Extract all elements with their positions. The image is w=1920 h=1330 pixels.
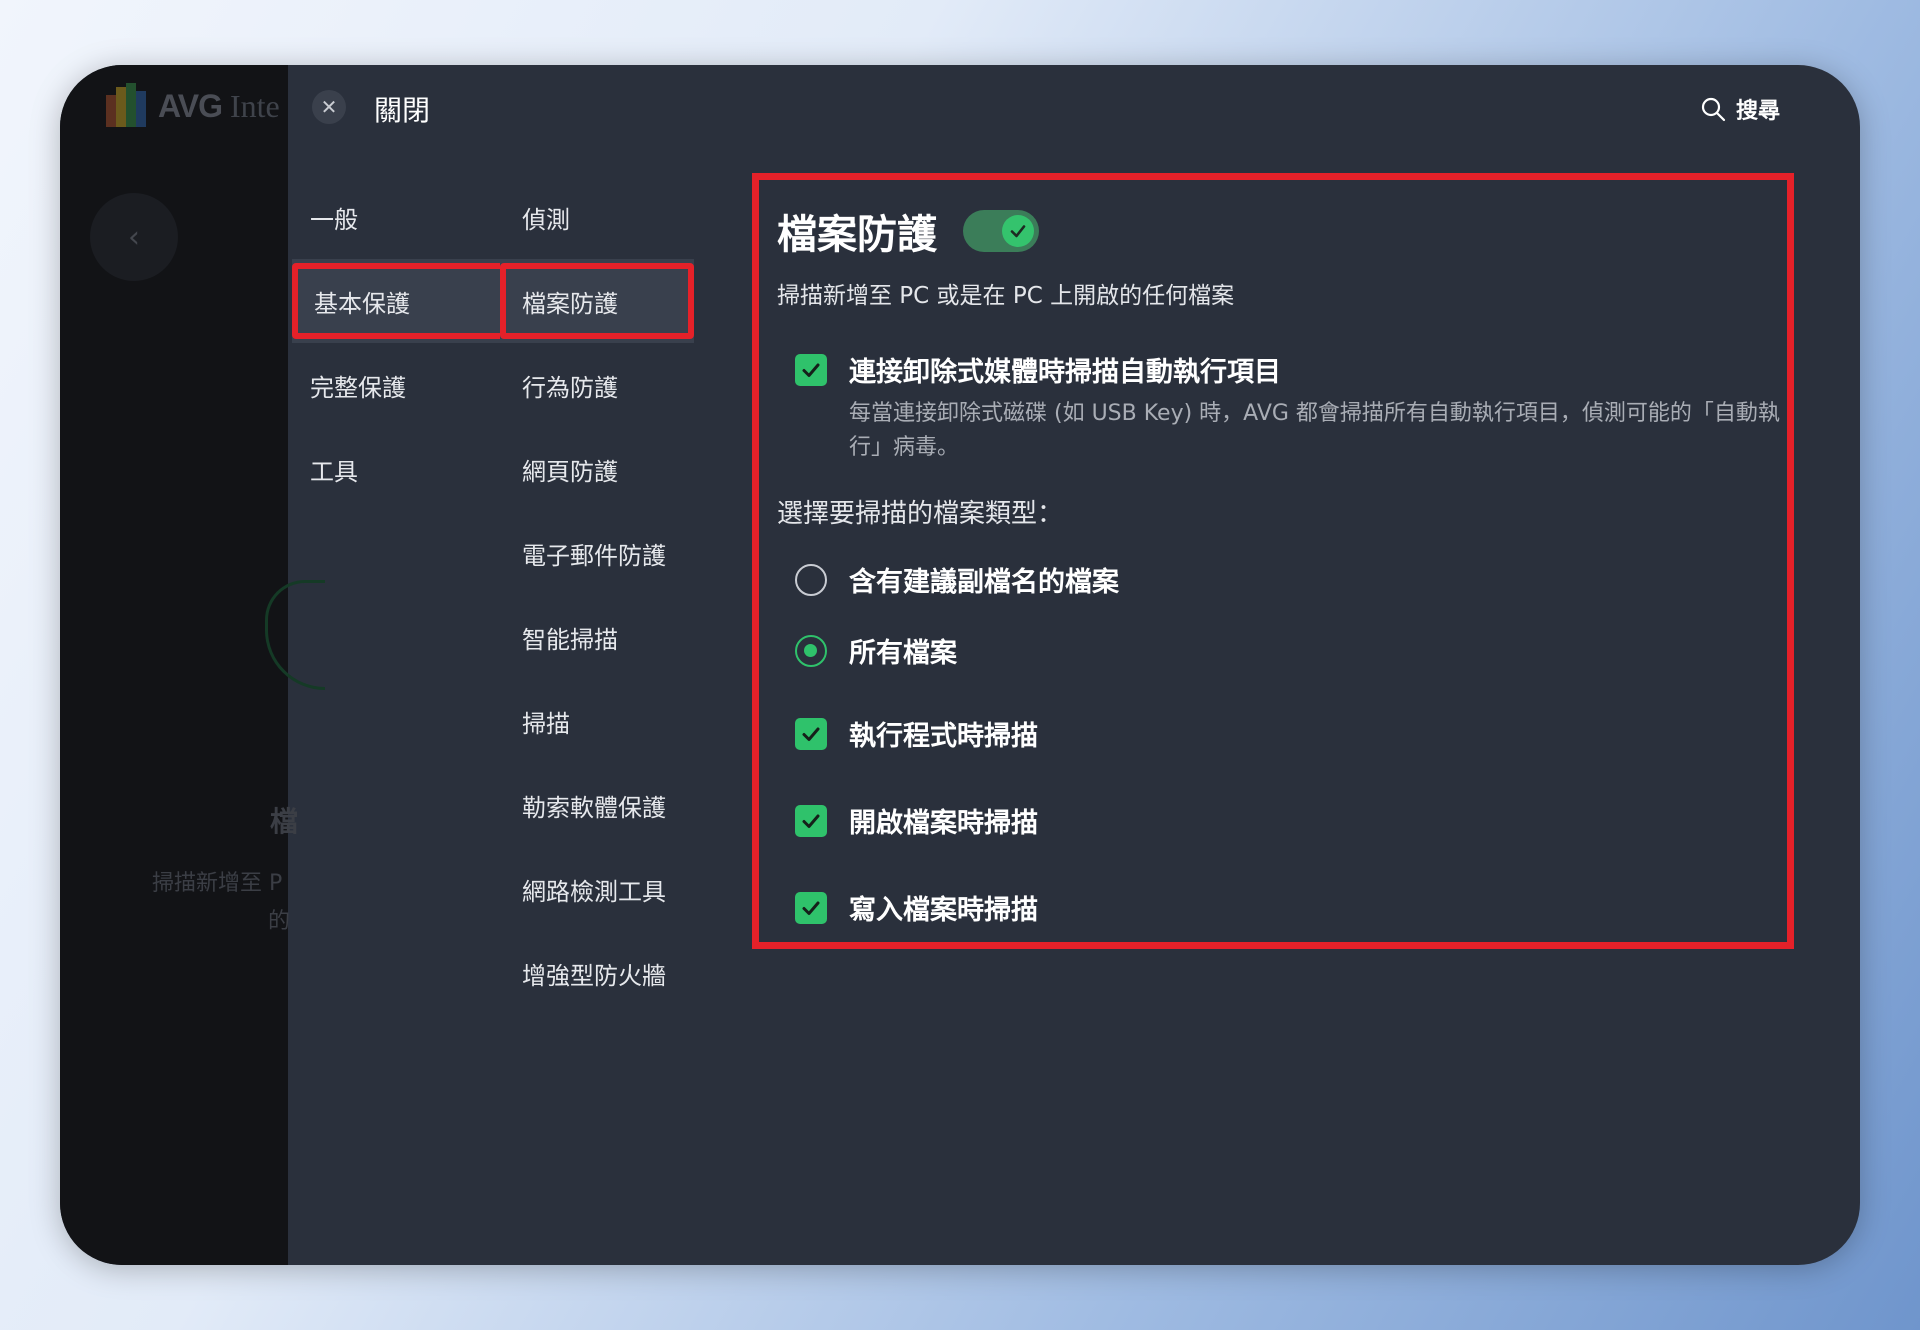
nav-item-web-shield[interactable]: 網頁防護 (500, 427, 710, 511)
nav-item-network-inspector[interactable]: 網路檢測工具 (500, 847, 710, 931)
nav-item-label: 檔案防護 (522, 289, 618, 318)
shield-icon (265, 580, 325, 690)
checkmark-icon (802, 727, 820, 741)
scan-on-write-option[interactable]: 寫入檔案時掃描 (795, 888, 1769, 927)
secondary-nav: 偵測 檔案防護 行為防護 網頁防護 電子郵件防護 智能掃描 掃描 勒索軟體保護 … (500, 175, 710, 1015)
nav-item-label: 行為防護 (522, 373, 618, 402)
nav-item-label: 完整保護 (310, 373, 406, 402)
all-files-radio[interactable] (795, 634, 827, 667)
file-type-option-recommended[interactable]: 含有建議副檔名的檔案 (795, 560, 1769, 599)
avg-logo: AVG Inte (104, 83, 280, 129)
avg-brand: AVG (158, 87, 223, 124)
nav-item-label: 電子郵件防護 (522, 541, 666, 570)
file-shield-panel: 檔案防護 掃描新增至 PC 或是在 PC 上開啟的任何檔案 連接卸除式媒體時掃描… (752, 173, 1794, 949)
file-type-label: 含有建議副檔名的檔案 (849, 567, 1119, 598)
close-icon: ✕ (320, 95, 338, 119)
file-shield-toggle[interactable] (963, 210, 1039, 252)
recommended-extensions-radio[interactable] (795, 563, 827, 596)
background-app: AVG Inte ‹ 檔 掃描新增至 P 的 (60, 65, 325, 1265)
nav-item-behavior-shield[interactable]: 行為防護 (500, 343, 710, 427)
file-type-label: 所有檔案 (849, 638, 957, 669)
close-button[interactable]: ✕ (312, 90, 346, 124)
scan-option-label: 寫入檔案時掃描 (849, 895, 1038, 926)
primary-nav: 一般 基本保護 完整保護 工具 (288, 175, 506, 511)
nav-item-tools[interactable]: 工具 (288, 427, 498, 511)
nav-item-detection[interactable]: 偵測 (500, 175, 710, 259)
top-bar: ✕ 關閉 搜尋 (288, 65, 1860, 175)
nav-item-full-protection[interactable]: 完整保護 (288, 343, 498, 427)
avg-brand-sub: Inte (229, 87, 280, 124)
close-label[interactable]: 關閉 (374, 89, 430, 129)
background-title-fragment: 檔 (270, 805, 299, 838)
checkmark-icon (802, 814, 820, 828)
background-desc-fragment: 掃描新增至 P (152, 871, 283, 896)
file-types-label: 選擇要掃描的檔案類型： (777, 499, 1064, 529)
autorun-label: 連接卸除式媒體時掃描自動執行項目 (849, 357, 1281, 388)
scan-option-label: 開啟檔案時掃描 (849, 808, 1038, 839)
checkmark-icon (802, 901, 820, 915)
settings-window: AVG Inte ‹ 檔 掃描新增至 P 的 ✕ 關閉 搜尋 一般 基本保護 完… (60, 65, 1860, 1265)
search-icon (1701, 97, 1726, 122)
search-button[interactable]: 搜尋 (1700, 93, 1780, 125)
scan-on-write-checkbox[interactable] (795, 891, 827, 924)
panel-description: 掃描新增至 PC 或是在 PC 上開啟的任何檔案 (777, 283, 1235, 309)
nav-item-label: 一般 (310, 205, 358, 234)
panel-title: 檔案防護 (777, 212, 937, 258)
nav-item-general[interactable]: 一般 (288, 175, 498, 259)
nav-item-file-shield[interactable]: 檔案防護 (500, 259, 694, 343)
nav-item-email-shield[interactable]: 電子郵件防護 (500, 511, 710, 595)
nav-item-label: 智能掃描 (522, 625, 618, 654)
scan-on-execute-option[interactable]: 執行程式時掃描 (795, 714, 1769, 753)
nav-item-label: 網路檢測工具 (522, 877, 666, 906)
scan-on-execute-checkbox[interactable] (795, 717, 827, 750)
nav-item-label: 掃描 (522, 709, 570, 738)
nav-item-ransomware-protection[interactable]: 勒索軟體保護 (500, 763, 710, 847)
checkmark-icon (1002, 215, 1034, 247)
autorun-checkbox[interactable] (795, 353, 827, 386)
nav-item-enhanced-firewall[interactable]: 增強型防火牆 (500, 931, 710, 1015)
file-type-option-all[interactable]: 所有檔案 (795, 631, 1769, 670)
scan-on-open-option[interactable]: 開啟檔案時掃描 (795, 801, 1769, 840)
checkmark-icon (802, 363, 820, 377)
background-desc-fragment-2: 的 (268, 909, 291, 934)
autorun-description: 每當連接卸除式磁碟 (如 USB Key) 時，AVG 都會掃描所有自動執行項目… (849, 401, 1780, 460)
nav-item-label: 基本保護 (314, 289, 410, 318)
nav-item-scans[interactable]: 掃描 (500, 679, 710, 763)
nav-item-label: 增強型防火牆 (522, 961, 666, 990)
search-label: 搜尋 (1735, 99, 1780, 124)
nav-item-basic-protection[interactable]: 基本保護 (292, 259, 506, 343)
chevron-left-icon: ‹ (90, 193, 178, 281)
nav-item-label: 工具 (310, 457, 358, 486)
avg-logo-icon (104, 83, 150, 129)
nav-item-label: 勒索軟體保護 (522, 793, 666, 822)
scan-on-open-checkbox[interactable] (795, 804, 827, 837)
nav-item-label: 偵測 (522, 205, 570, 234)
nav-item-smart-scan[interactable]: 智能掃描 (500, 595, 710, 679)
autorun-option[interactable]: 連接卸除式媒體時掃描自動執行項目 (795, 350, 1769, 389)
nav-item-label: 網頁防護 (522, 457, 618, 486)
scan-option-label: 執行程式時掃描 (849, 721, 1038, 752)
panel-header: 檔案防護 (777, 196, 1769, 266)
